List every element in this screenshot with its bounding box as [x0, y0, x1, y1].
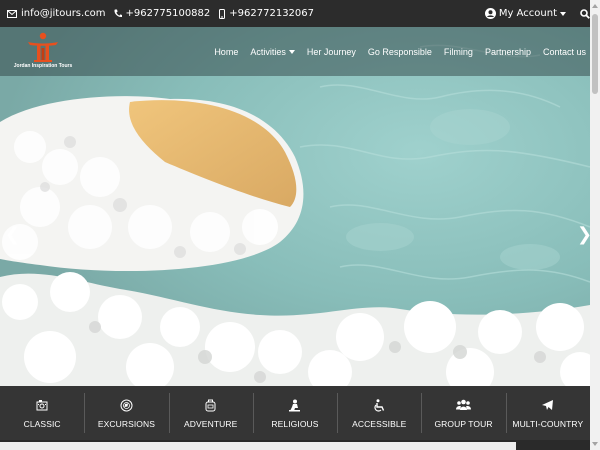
dead-sea-salt-image	[0, 27, 600, 386]
phone2-link[interactable]: +962772132067	[219, 8, 314, 19]
email-text: info@jitours.com	[21, 8, 106, 19]
phone-icon	[114, 9, 122, 18]
nav-label: Home	[214, 46, 239, 57]
category-adventure[interactable]: ADVENTURE	[168, 386, 253, 440]
scrollbar-thumb[interactable]	[592, 14, 598, 94]
email-link[interactable]: info@jitours.com	[7, 8, 106, 19]
nav-label: Contact us	[542, 46, 586, 57]
phone1-link[interactable]: +962775100882	[114, 8, 211, 19]
category-religious[interactable]: RELIGIOUS	[252, 386, 337, 440]
main-navbar: Jordan Inspiration Tours Home Activities…	[0, 27, 600, 76]
nav-item-filming[interactable]: Filming	[444, 47, 473, 57]
scroll-up-arrow-icon[interactable]	[592, 4, 598, 8]
my-account-label: My Account	[498, 8, 557, 19]
category-accessible[interactable]: ACCESSIBLE	[337, 386, 421, 440]
compass-icon	[120, 397, 133, 413]
chevron-down-icon	[288, 49, 295, 54]
camera-icon	[36, 397, 48, 413]
nav-menu: Home Activities Her Journey Go Responsib…	[202, 27, 586, 76]
slider-prev-arrow[interactable]: ❮	[5, 226, 20, 244]
top-contact-bar: info@jitours.com +962775100882 +96277213…	[0, 0, 600, 27]
category-label: EXCURSIONS	[97, 419, 156, 429]
category-label: MULTI-COUNTRY	[512, 419, 584, 429]
page-bottom-strip	[0, 440, 600, 450]
nav-label: Activities	[250, 46, 286, 57]
category-label: GROUP TOUR	[434, 419, 493, 429]
envelope-icon	[7, 9, 17, 18]
nav-item-activities[interactable]: Activities	[250, 47, 295, 57]
phone1-text: +962775100882	[125, 8, 211, 19]
category-excursions[interactable]: EXCURSIONS	[84, 386, 168, 440]
nav-item-her-journey[interactable]: Her Journey	[307, 47, 356, 57]
category-label: CLASSIC	[23, 419, 61, 429]
user-circle-icon	[484, 8, 496, 19]
chevron-down-icon	[560, 11, 566, 16]
content-section-edge	[0, 442, 516, 450]
nav-label: Partnership	[484, 46, 531, 57]
hero-slider: ❮ ❯	[0, 27, 600, 386]
nav-item-go-responsible[interactable]: Go Responsible	[368, 47, 432, 57]
mobile-icon	[219, 8, 226, 19]
nav-label: Her Journey	[306, 46, 356, 57]
backpack-icon	[205, 397, 216, 413]
category-label: RELIGIOUS	[271, 419, 319, 429]
group-icon	[456, 397, 472, 413]
logo-text: Jordan Inspiration Tours	[13, 63, 73, 69]
category-multi-country[interactable]: MULTI-COUNTRY	[505, 386, 590, 440]
phone2-text: +962772132067	[229, 8, 315, 19]
category-classic[interactable]: CLASSIC	[0, 386, 84, 440]
site-logo[interactable]: Jordan Inspiration Tours	[6, 30, 80, 73]
scroll-down-arrow-icon[interactable]	[592, 442, 598, 446]
search-icon[interactable]	[580, 8, 590, 19]
nav-label: Go Responsible	[367, 46, 432, 57]
category-label: ACCESSIBLE	[352, 419, 407, 429]
nav-label: Filming	[443, 46, 473, 57]
plane-icon	[541, 397, 554, 413]
category-group-tour[interactable]: GROUP TOUR	[421, 386, 505, 440]
nav-item-contact-us[interactable]: Contact us	[543, 47, 586, 57]
nav-item-home[interactable]: Home	[214, 47, 238, 57]
my-account-dropdown[interactable]: My Account	[484, 8, 566, 19]
logo-emblem-icon	[28, 32, 58, 62]
category-label: ADVENTURE	[184, 419, 238, 429]
nav-item-partnership[interactable]: Partnership	[485, 47, 531, 57]
praying-icon	[288, 397, 301, 413]
tour-category-bar: CLASSIC EXCURSIONS ADVENTURE RELIGIOUS A…	[0, 386, 590, 440]
page-scrollbar[interactable]	[590, 0, 600, 450]
wheelchair-icon	[373, 397, 386, 413]
